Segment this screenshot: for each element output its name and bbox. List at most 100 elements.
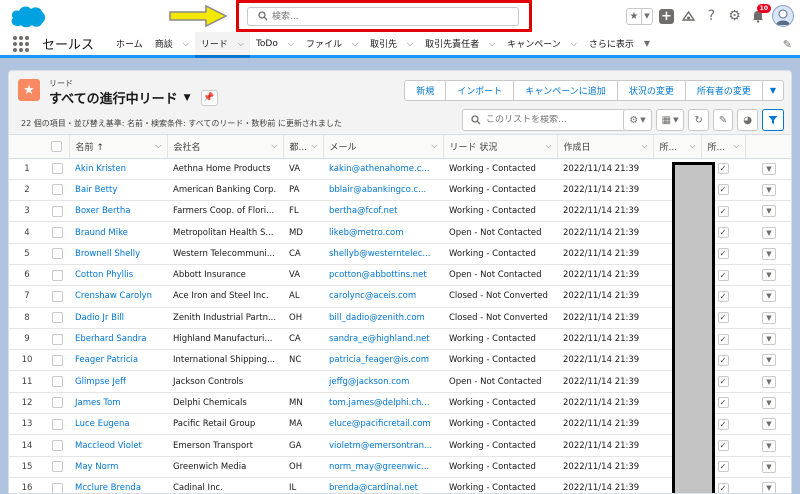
row-actions-cell[interactable]: ▼ (745, 456, 791, 478)
email-link[interactable]: brenda@cardinal.net (323, 477, 443, 493)
global-search-input[interactable] (272, 9, 512, 24)
chevron-down-icon[interactable]: ⌵ (271, 141, 277, 151)
lead-name-link[interactable]: Bair Betty (69, 179, 167, 202)
row-select-cell[interactable] (45, 179, 69, 202)
lead-name-link[interactable]: Dadio Jr Bill (69, 307, 167, 329)
row-action-caret-icon[interactable]: ▼ (762, 269, 776, 282)
row-select-cell[interactable] (45, 264, 69, 287)
nav-item-todo[interactable]: ToDo ⌵ (250, 32, 300, 55)
user-avatar[interactable] (772, 5, 794, 27)
chevron-down-icon[interactable]: ⌵ (183, 39, 189, 49)
email-link[interactable]: jeffg@jackson.com (323, 370, 443, 393)
chevron-down-icon[interactable]: ⌵ (545, 141, 551, 151)
lead-name-link[interactable]: Feager Patricia (69, 349, 167, 372)
lead-name-link[interactable]: Brownell Shelly (69, 243, 167, 265)
chevron-down-icon[interactable]: ⌵ (431, 141, 437, 151)
row-checkbox[interactable] (51, 163, 63, 175)
email-link[interactable]: violetm@emersontran... (323, 434, 443, 457)
row-select-cell[interactable] (45, 370, 69, 393)
row-checkbox[interactable] (51, 418, 63, 430)
edit-pencil-icon[interactable]: ✎ (712, 109, 734, 131)
email-link[interactable]: pcotton@abbottins.net (323, 264, 443, 287)
row-select-cell[interactable] (45, 221, 69, 244)
row-select-cell[interactable] (45, 285, 69, 308)
chevron-down-icon[interactable]: ⌵ (288, 39, 294, 49)
edit-nav-pencil-icon[interactable]: ✎ (783, 38, 792, 51)
lead-name-link[interactable]: Cotton Phyllis (69, 264, 167, 287)
charts-pie-icon[interactable]: ◕ (737, 109, 758, 131)
row-action-caret-icon[interactable]: ▼ (762, 460, 776, 473)
email-link[interactable]: carolync@aceis.com (323, 285, 443, 308)
email-link[interactable]: bill_dadio@zenith.com (323, 307, 443, 329)
column-header-email[interactable]: メール ⌵ (322, 135, 443, 159)
column-header-state[interactable]: 都... ⌵ (282, 135, 323, 159)
row-checkbox[interactable] (51, 205, 63, 217)
row-checkbox[interactable] (51, 227, 63, 239)
add-to-campaign-button[interactable]: キャンペーンに追加 (513, 81, 617, 100)
email-link[interactable]: bertha@fcof.net (323, 200, 443, 223)
row-action-caret-icon[interactable]: ▼ (762, 375, 776, 388)
row-action-caret-icon[interactable]: ▼ (762, 311, 776, 324)
email-link[interactable]: bblair@abankingco.c... (323, 179, 443, 202)
email-link[interactable]: likeb@metro.com (323, 221, 443, 244)
lead-name-link[interactable]: Boxer Bertha (69, 200, 167, 223)
row-select-cell[interactable] (45, 392, 69, 415)
chevron-down-icon[interactable]: ⌵ (311, 141, 317, 151)
row-actions-cell[interactable]: ▼ (745, 285, 791, 308)
app-launcher-waffle-icon[interactable] (12, 35, 30, 53)
row-action-caret-icon[interactable]: ▼ (762, 439, 776, 452)
row-action-caret-icon[interactable]: ▼ (762, 162, 776, 175)
list-settings-gear-icon[interactable]: ⚙ ▼ (623, 109, 652, 131)
list-search[interactable] (462, 109, 626, 131)
row-actions-cell[interactable]: ▼ (745, 349, 791, 372)
chevron-down-icon[interactable]: ⌵ (689, 141, 695, 151)
lead-name-link[interactable]: Glimpse Jeff (69, 370, 167, 393)
row-checkbox[interactable] (51, 397, 63, 409)
row-select-cell[interactable] (45, 477, 69, 493)
nav-item-campaigns[interactable]: キャンペーン ⌵ (501, 32, 583, 55)
lead-name-link[interactable]: Eberhard Sandra (69, 328, 167, 351)
email-link[interactable]: norm_may@greenwic... (323, 456, 443, 478)
row-checkbox[interactable] (51, 184, 63, 196)
email-link[interactable]: kakin@athenahome.c... (323, 158, 443, 180)
column-header-owner-flag[interactable]: 所... ⌵ (700, 135, 745, 159)
lead-name-link[interactable]: Akin Kristen (69, 158, 167, 180)
row-action-caret-icon[interactable]: ▼ (762, 290, 776, 303)
row-checkbox[interactable] (51, 482, 63, 493)
row-checkbox[interactable] (51, 461, 63, 473)
row-actions-cell[interactable]: ▼ (745, 221, 791, 244)
row-action-caret-icon[interactable]: ▼ (762, 247, 776, 260)
lead-name-link[interactable]: Maccleod Violet (69, 434, 167, 457)
nav-item-more[interactable]: さらに表示 ▼ (583, 32, 656, 55)
change-status-button[interactable]: 状況の変更 (616, 81, 685, 100)
row-select-cell[interactable] (45, 349, 69, 372)
row-checkbox[interactable] (51, 312, 63, 324)
row-checkbox[interactable] (51, 440, 63, 451)
column-header-name[interactable]: 名前 ↑ ⌵ (68, 135, 167, 159)
help-icon[interactable]: ? (703, 8, 720, 25)
row-actions-cell[interactable]: ▼ (745, 477, 791, 493)
row-actions-cell[interactable]: ▼ (745, 307, 791, 329)
row-action-caret-icon[interactable]: ▼ (762, 354, 776, 367)
setup-gear-icon[interactable]: ⚙ (726, 8, 743, 25)
row-actions-cell[interactable]: ▼ (745, 370, 791, 393)
column-header-owner-alias[interactable]: 所... ⌵ (652, 135, 701, 159)
chevron-down-icon[interactable]: ⌵ (352, 39, 358, 49)
lead-name-link[interactable]: Crenshaw Carolyn (69, 285, 167, 308)
row-actions-cell[interactable]: ▼ (745, 328, 791, 351)
lead-name-link[interactable]: James Tom (69, 392, 167, 415)
pin-icon[interactable]: 📌 (200, 89, 218, 106)
chevron-down-icon[interactable]: ⌵ (571, 39, 577, 49)
column-header-company[interactable]: 会社名 ⌵ (166, 135, 283, 159)
row-actions-cell[interactable]: ▼ (745, 413, 791, 436)
caret-down-icon[interactable]: ▼ (184, 93, 191, 103)
email-link[interactable]: sandra_e@highland.net (323, 328, 443, 351)
column-header-created-date[interactable]: 作成日 ⌵ (556, 135, 653, 159)
row-select-cell[interactable] (45, 200, 69, 223)
row-actions-cell[interactable]: ▼ (745, 392, 791, 415)
row-checkbox[interactable] (51, 354, 63, 366)
chevron-down-icon[interactable]: ⌵ (155, 141, 161, 151)
row-select-cell[interactable] (45, 434, 69, 457)
lead-name-link[interactable]: Luce Eugena (69, 413, 167, 436)
column-header-lead-status[interactable]: リード 状況 ⌵ (442, 135, 557, 159)
